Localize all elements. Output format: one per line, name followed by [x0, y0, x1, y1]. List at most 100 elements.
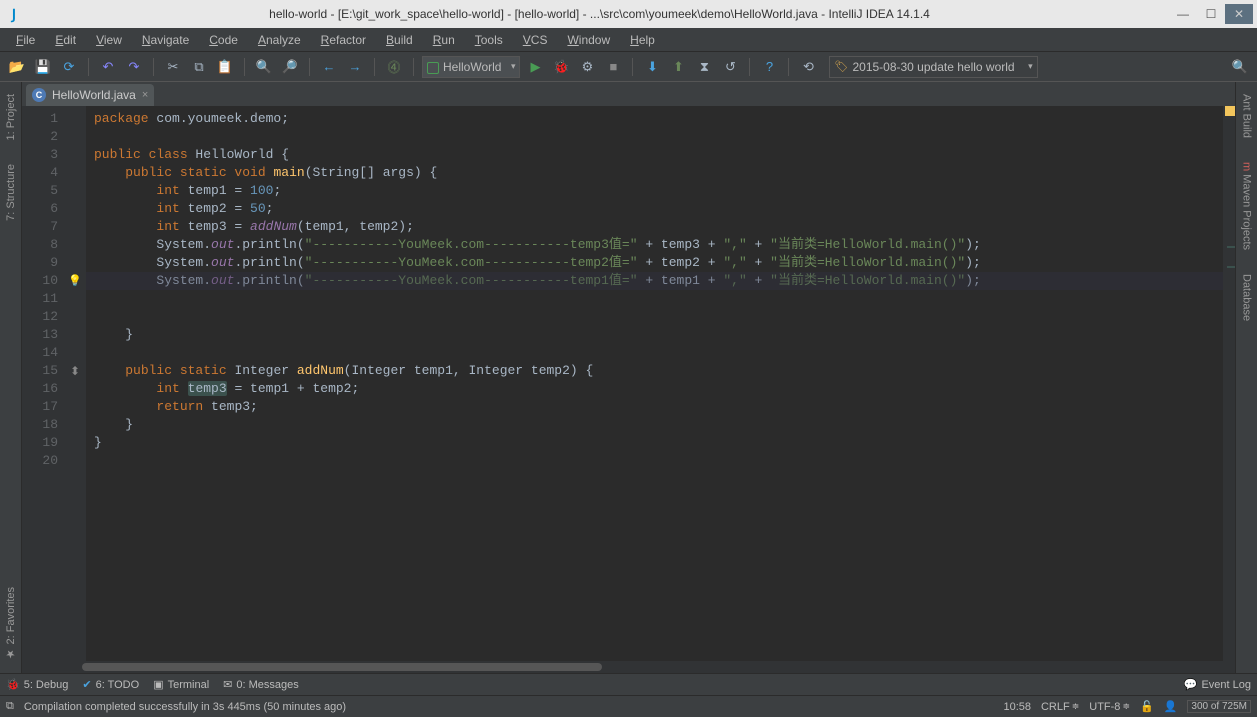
line-number[interactable]: 10	[22, 272, 58, 290]
line-number[interactable]: 8	[22, 236, 58, 254]
memory-indicator[interactable]: 300 of 725M	[1187, 700, 1251, 713]
code-line[interactable]: int temp2 = 50;	[94, 200, 1223, 218]
code-line[interactable]: System.out.println("-----------YouMeek.c…	[94, 254, 1223, 272]
jrebel-icon[interactable]: ⟲	[797, 56, 819, 78]
analysis-indicator-icon[interactable]	[1225, 106, 1235, 116]
code-line[interactable]: }	[94, 326, 1223, 344]
minimize-button[interactable]: —	[1169, 4, 1197, 24]
line-number[interactable]: 11	[22, 290, 58, 308]
menu-item-analyze[interactable]: Analyze	[250, 31, 309, 49]
line-number[interactable]: 6	[22, 200, 58, 218]
line-number[interactable]: 12	[22, 308, 58, 326]
tool-tab-messages[interactable]: ✉0: Messages	[223, 678, 299, 691]
file-encoding[interactable]: UTF-8≑	[1089, 701, 1130, 713]
build-icon[interactable]: ⓸	[383, 56, 405, 78]
line-number[interactable]: 7	[22, 218, 58, 236]
menu-item-file[interactable]: File	[8, 31, 43, 49]
close-tab-icon[interactable]: ×	[142, 89, 148, 101]
scrollbar-thumb[interactable]	[82, 663, 602, 671]
code-line[interactable]	[94, 452, 1223, 470]
vcs-branch-combo[interactable]: 🏷 2015-08-30 update hello world	[829, 56, 1037, 78]
tool-tab-structure[interactable]: 7: Structure	[5, 156, 17, 229]
copy-icon[interactable]: ⧉	[188, 56, 210, 78]
marker-tick[interactable]	[1227, 246, 1235, 248]
redo-icon[interactable]: ↷	[123, 56, 145, 78]
undo-icon[interactable]: ↶	[97, 56, 119, 78]
code-line[interactable]: public class HelloWorld {	[94, 146, 1223, 164]
line-number[interactable]: 9	[22, 254, 58, 272]
tool-tab-project[interactable]: 1: Project	[5, 86, 17, 148]
tool-tab-database[interactable]: Database	[1241, 266, 1253, 329]
vcs-history-icon[interactable]: ⧗	[693, 56, 715, 78]
debug-icon[interactable]: 🐞	[550, 56, 572, 78]
code-line[interactable]: int temp3 = addNum(temp1, temp2);	[94, 218, 1223, 236]
code-line[interactable]	[94, 128, 1223, 146]
paste-icon[interactable]: 📋	[214, 56, 236, 78]
tool-tab-favorites[interactable]: ★ 2: Favorites	[4, 579, 17, 669]
close-button[interactable]: ✕	[1225, 4, 1253, 24]
code-line[interactable]	[94, 290, 1223, 308]
event-log-button[interactable]: 💬Event Log	[1184, 678, 1251, 691]
tool-tab-maven[interactable]: m Maven Projects	[1241, 154, 1253, 258]
run-icon[interactable]: ▶	[524, 56, 546, 78]
find-icon[interactable]: 🔍	[253, 56, 275, 78]
line-number[interactable]: 3	[22, 146, 58, 164]
line-number[interactable]: 20	[22, 452, 58, 470]
code-line[interactable]: return temp3;	[94, 398, 1223, 416]
tool-tab-debug[interactable]: 🐞5: Debug	[6, 678, 68, 691]
save-icon[interactable]: 💾	[32, 56, 54, 78]
menu-item-help[interactable]: Help	[622, 31, 663, 49]
line-separator[interactable]: CRLF≑	[1041, 701, 1079, 713]
menu-item-view[interactable]: View	[88, 31, 130, 49]
help-icon[interactable]: ?	[758, 56, 780, 78]
search-everywhere-icon[interactable]: 🔍	[1229, 56, 1251, 78]
line-number[interactable]: 17	[22, 398, 58, 416]
vcs-revert-icon[interactable]: ↺	[719, 56, 741, 78]
line-number[interactable]: 5	[22, 182, 58, 200]
code-line[interactable]	[94, 308, 1223, 326]
caret-position[interactable]: 10:58	[1003, 701, 1031, 713]
tool-tab-todo[interactable]: ✔6: TODO	[82, 678, 139, 691]
editor-body[interactable]: 1234567891011121314151617181920 💡⬍ packa…	[22, 106, 1235, 661]
lock-icon[interactable]: 🔓	[1140, 700, 1154, 713]
editor-tab[interactable]: C HelloWorld.java ×	[26, 84, 154, 106]
marker-tick[interactable]	[1227, 266, 1235, 268]
code-line[interactable]: }	[94, 434, 1223, 452]
vcs-update-icon[interactable]: ⬇	[641, 56, 663, 78]
forward-icon[interactable]: →	[344, 56, 366, 78]
menu-item-navigate[interactable]: Navigate	[134, 31, 197, 49]
line-number[interactable]: 15	[22, 362, 58, 380]
line-number[interactable]: 2	[22, 128, 58, 146]
code-line[interactable]: System.out.println("-----------YouMeek.c…	[94, 236, 1223, 254]
code-line[interactable]: public static Integer addNum(Integer tem…	[94, 362, 1223, 380]
hide-tool-windows-icon[interactable]: ⧉	[6, 700, 14, 713]
line-number[interactable]: 18	[22, 416, 58, 434]
line-number[interactable]: 14	[22, 344, 58, 362]
menu-item-build[interactable]: Build	[378, 31, 421, 49]
menu-item-edit[interactable]: Edit	[47, 31, 84, 49]
maximize-button[interactable]: ☐	[1197, 4, 1225, 24]
open-icon[interactable]: 📂	[6, 56, 28, 78]
code-line[interactable]: package com.youmeek.demo;	[94, 110, 1223, 128]
horizontal-scrollbar[interactable]	[22, 661, 1235, 673]
intention-bulb-icon[interactable]: 💡	[64, 272, 86, 290]
replace-icon[interactable]: 🔎	[279, 56, 301, 78]
tool-tab-ant[interactable]: Ant Build	[1241, 86, 1253, 146]
code-line[interactable]: int temp1 = 100;	[94, 182, 1223, 200]
marker-strip[interactable]	[1223, 106, 1235, 661]
tool-tab-terminal[interactable]: ▣Terminal	[153, 678, 209, 691]
code-content[interactable]: package com.youmeek.demo; public class H…	[86, 106, 1223, 661]
code-line[interactable]: }	[94, 416, 1223, 434]
line-number[interactable]: 19	[22, 434, 58, 452]
vcs-commit-icon[interactable]: ⬆	[667, 56, 689, 78]
cut-icon[interactable]: ✂	[162, 56, 184, 78]
sync-icon[interactable]: ⟳	[58, 56, 80, 78]
code-line[interactable]: public static void main(String[] args) {	[94, 164, 1223, 182]
menu-item-run[interactable]: Run	[425, 31, 463, 49]
coverage-icon[interactable]: ⚙	[576, 56, 598, 78]
line-number[interactable]: 13	[22, 326, 58, 344]
menu-item-window[interactable]: Window	[559, 31, 618, 49]
menu-item-vcs[interactable]: VCS	[515, 31, 556, 49]
line-number[interactable]: 1	[22, 110, 58, 128]
line-number[interactable]: 16	[22, 380, 58, 398]
